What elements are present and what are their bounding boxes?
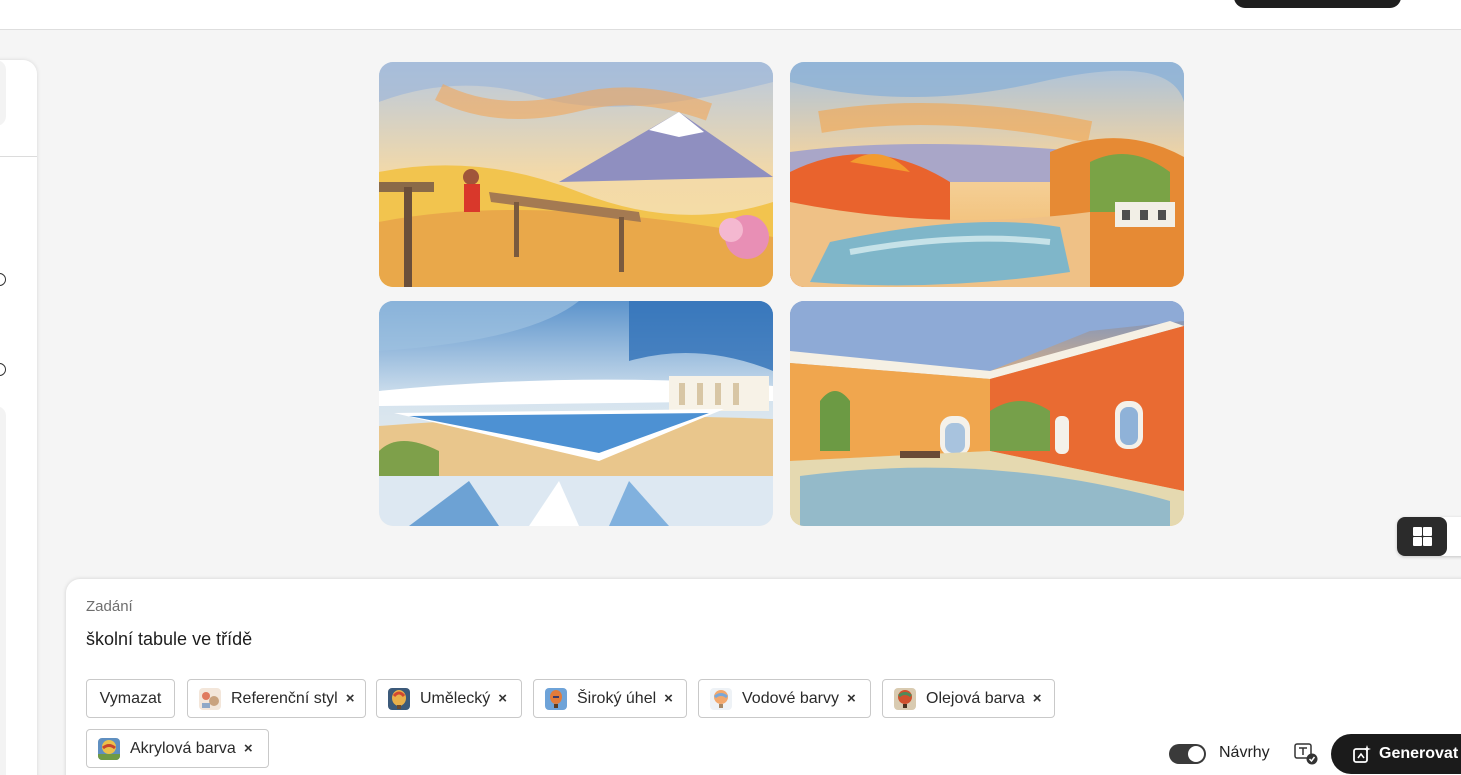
remove-chip-icon[interactable]: × — [664, 690, 673, 707]
remove-chip-icon[interactable]: × — [244, 740, 253, 757]
clear-button-label: Vymazat — [99, 689, 162, 707]
suggestions-label: Návrhy — [1219, 744, 1270, 761]
style-chip-watercolor: Vodové barvy × — [698, 679, 871, 718]
style-chip-acrylic: Akrylová barva × — [86, 729, 269, 768]
remove-chip-icon[interactable]: × — [847, 690, 856, 707]
generated-image-3[interactable] — [379, 301, 773, 526]
prompt-input[interactable]: školní tabule ve třídě — [86, 629, 252, 650]
style-chip-artistic: Umělecký × — [376, 679, 522, 718]
text-check-icon[interactable] — [1294, 743, 1318, 765]
generate-sparkle-icon — [1352, 744, 1372, 764]
reference-style-thumbnail-icon — [199, 687, 221, 710]
panel-card — [0, 60, 6, 126]
chip-label: Široký úhel — [577, 689, 657, 707]
chip-label: Olejová barva — [926, 689, 1025, 707]
style-chip-oil-paint: Olejová barva × — [882, 679, 1055, 718]
prompt-label: Zadání — [86, 598, 133, 615]
chip-label: Vodové barvy — [742, 689, 839, 707]
artistic-thumbnail-icon — [388, 687, 410, 710]
watercolor-thumbnail-icon — [710, 687, 732, 710]
chip-label: Umělecký — [420, 689, 491, 707]
toggle-knob — [1188, 746, 1204, 762]
option-radio[interactable] — [0, 273, 6, 286]
view-mode-toggle — [1397, 517, 1461, 556]
style-chip-reference: Referenční styl × — [187, 679, 366, 718]
acrylic-paint-thumbnail-icon — [98, 737, 120, 760]
wide-angle-thumbnail-icon — [545, 687, 567, 710]
oil-paint-thumbnail-icon — [894, 687, 916, 710]
top-bar — [0, 0, 1461, 30]
option-radio[interactable] — [0, 363, 6, 376]
style-chip-wide-angle: Široký úhel × — [533, 679, 687, 718]
remove-chip-icon[interactable]: × — [498, 690, 507, 707]
suggestions-toggle[interactable] — [1169, 744, 1206, 764]
remove-chip-icon[interactable]: × — [1033, 690, 1042, 707]
generate-button-label: Generovat — [1379, 745, 1459, 762]
generated-image-1[interactable] — [379, 62, 773, 287]
generated-image-4[interactable] — [790, 301, 1184, 526]
chip-label: Referenční styl — [231, 689, 338, 707]
left-settings-panel — [0, 60, 37, 775]
panel-divider — [0, 156, 37, 157]
account-button[interactable] — [1234, 0, 1401, 8]
chip-label: Akrylová barva — [130, 739, 236, 757]
remove-chip-icon[interactable]: × — [346, 690, 355, 707]
generate-button[interactable]: Generovat — [1331, 734, 1461, 774]
panel-section — [0, 406, 6, 775]
generated-image-2[interactable] — [790, 62, 1184, 287]
grid-view-button[interactable] — [1397, 517, 1447, 556]
clear-button[interactable]: Vymazat — [86, 679, 175, 718]
